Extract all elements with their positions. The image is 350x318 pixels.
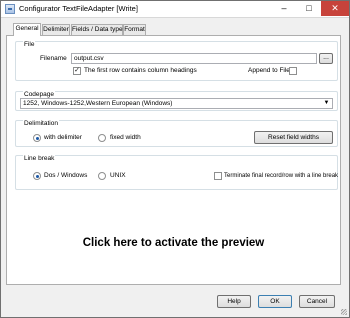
unix-label: UNIX (110, 172, 126, 179)
file-group: File Filename output.csv ... ✓ The first… (15, 41, 338, 81)
codepage-select[interactable]: 1252, Windows-1252,Western European (Win… (20, 98, 333, 109)
codepage-selected: 1252, Windows-1252,Western European (Win… (23, 100, 173, 107)
title-bar: Configurator TextFileAdapter [Write] – □… (1, 1, 349, 18)
file-group-title: File (23, 41, 36, 49)
help-button[interactable]: Help (217, 295, 251, 308)
app-icon (5, 4, 15, 14)
delimitation-group: Delimitation with delimiter fixed width … (15, 120, 338, 147)
tab-delimiter[interactable]: Delimiter (42, 24, 70, 35)
append-label: Append to File (248, 67, 290, 74)
fixed-width-radio[interactable] (98, 134, 106, 142)
line-break-group: Line break Dos / Windows UNIX Terminate … (15, 155, 338, 190)
close-icon[interactable]: ✕ (321, 1, 349, 16)
dos-windows-label: Dos / Windows (44, 172, 88, 179)
terminate-checkbox[interactable] (214, 172, 222, 180)
cancel-button[interactable]: Cancel (299, 295, 335, 308)
maximize-icon[interactable]: □ (297, 1, 321, 16)
headings-checkbox[interactable]: ✓ (73, 67, 81, 75)
filename-label: Filename (40, 55, 67, 62)
configurator-window: Configurator TextFileAdapter [Write] – □… (0, 0, 350, 318)
delimitation-group-title: Delimitation (23, 120, 59, 128)
tab-general[interactable]: General (13, 23, 41, 36)
general-tab-panel: File Filename output.csv ... ✓ The first… (6, 35, 341, 285)
unix-radio[interactable] (98, 172, 106, 180)
browse-button[interactable]: ... (319, 53, 333, 64)
preview-activate-area[interactable]: Click here to activate the preview (7, 236, 340, 250)
window-title: Configurator TextFileAdapter [Write] (19, 4, 138, 13)
codepage-group: Codepage 1252, Windows-1252,Western Euro… (15, 91, 338, 111)
with-delimiter-radio[interactable] (33, 134, 41, 142)
tab-fields-data-types[interactable]: Fields / Data types (71, 24, 126, 35)
ok-button[interactable]: OK (258, 295, 292, 308)
headings-label: The first row contains column headings (84, 67, 197, 74)
terminate-label: Terminate final record/row with a line b… (224, 173, 339, 179)
tab-format[interactable]: Format (123, 24, 146, 35)
filename-input[interactable]: output.csv (71, 53, 317, 64)
minimize-icon[interactable]: – (272, 1, 296, 16)
with-delimiter-label: with delimiter (44, 134, 82, 141)
append-checkbox[interactable] (289, 67, 297, 75)
chevron-down-icon[interactable]: ▼ (322, 99, 331, 108)
dos-windows-radio[interactable] (33, 172, 41, 180)
resize-grip[interactable] (341, 309, 347, 315)
reset-field-widths-button[interactable]: Reset field widths (254, 131, 333, 144)
line-break-group-title: Line break (23, 155, 56, 163)
fixed-width-label: fixed width (110, 134, 141, 141)
